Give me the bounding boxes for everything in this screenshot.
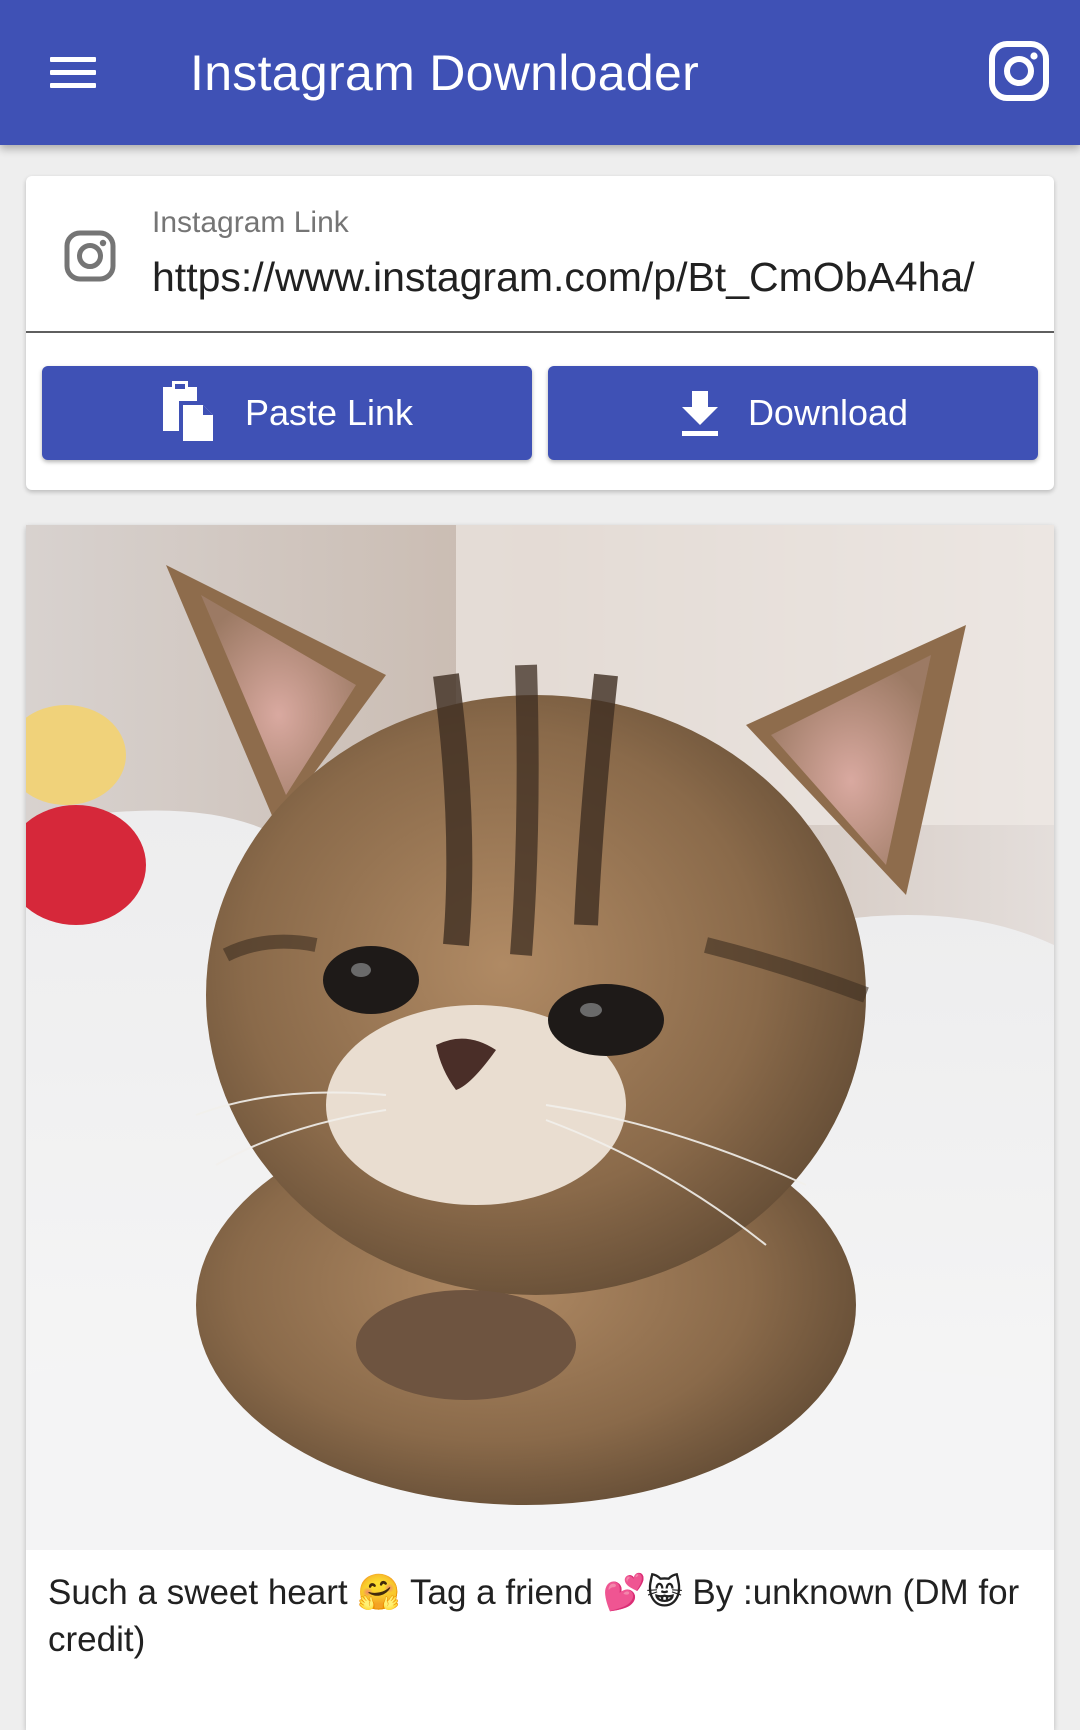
clipboard-paste-icon [162, 381, 217, 444]
download-label: Download [747, 392, 909, 433]
link-card: Instagram Link Paste Link Download [26, 176, 1054, 490]
instagram-icon[interactable] [984, 36, 1054, 106]
download-button[interactable]: Download [548, 366, 1038, 460]
paste-link-button[interactable]: Paste Link [42, 366, 532, 460]
paste-link-label: Paste Link [244, 392, 414, 433]
post-image[interactable] [26, 525, 1054, 1550]
post-card: Such a sweet heart 🤗 Tag a friend 💕😸 By … [26, 525, 1054, 1730]
instagram-icon [60, 226, 120, 286]
instagram-link-input[interactable] [152, 248, 1052, 306]
app-bar: Instagram Downloader [0, 0, 1080, 145]
instagram-link-label: Instagram Link [152, 206, 349, 239]
download-icon [681, 391, 718, 436]
post-caption: Such a sweet heart 🤗 Tag a friend 💕😸 By … [48, 1573, 1020, 1659]
app-title: Instagram Downloader [190, 45, 700, 101]
input-underline [26, 331, 1054, 333]
hamburger-menu-icon[interactable] [38, 40, 108, 105]
